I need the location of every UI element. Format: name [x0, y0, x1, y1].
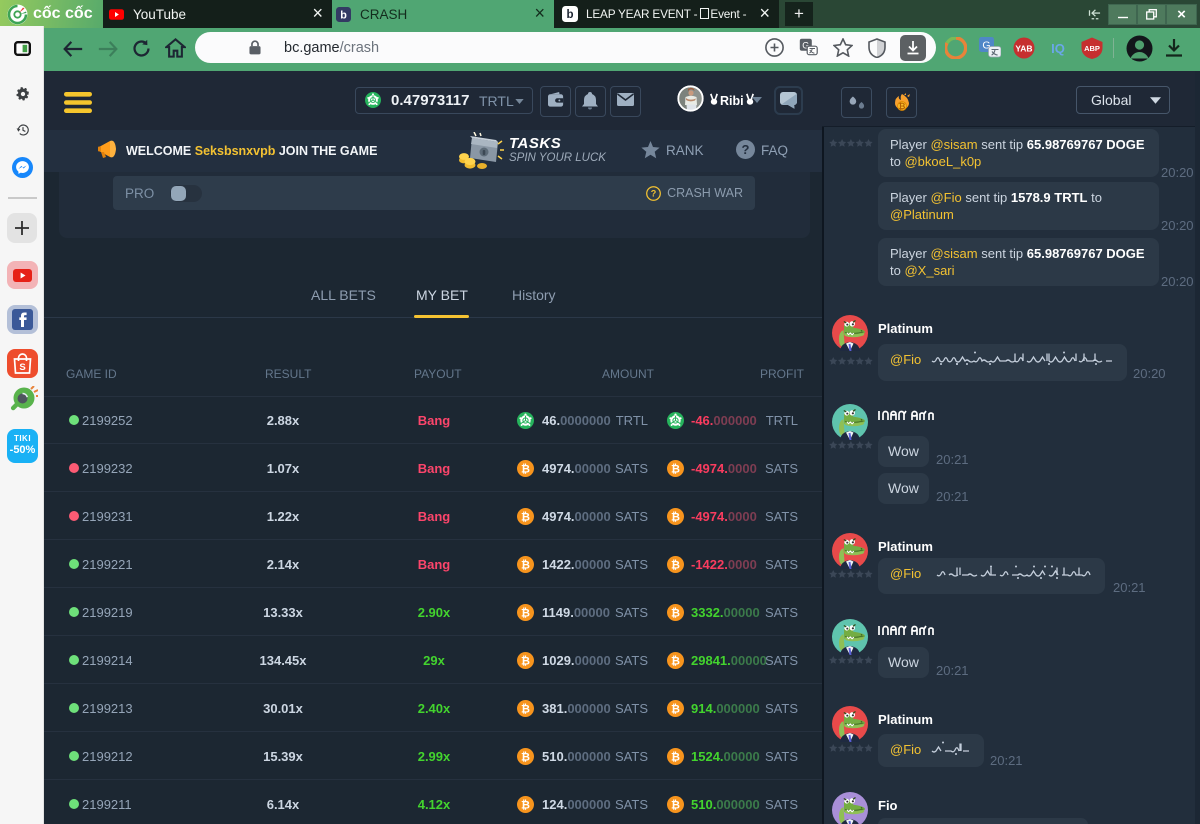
svg-text:IQ: IQ	[1051, 41, 1065, 56]
svg-text:?: ?	[651, 188, 657, 198]
svg-text:₿: ₿	[671, 656, 680, 668]
svg-text:₿: ₿	[671, 464, 680, 476]
svg-text:?: ?	[742, 142, 750, 157]
svg-text:₿: ₿	[521, 656, 530, 668]
svg-text:YAB: YAB	[1015, 44, 1032, 54]
svg-text:₿: ₿	[521, 608, 530, 620]
svg-text:b: b	[566, 9, 573, 21]
svg-text:₿: ₿	[898, 101, 905, 111]
svg-text:ABP: ABP	[1084, 44, 1100, 53]
svg-text:₿: ₿	[671, 800, 680, 812]
svg-text:₿: ₿	[521, 512, 530, 524]
svg-text:S: S	[19, 362, 25, 373]
svg-text:₿: ₿	[671, 608, 680, 620]
svg-text:₿: ₿	[671, 512, 680, 524]
svg-text:₿: ₿	[671, 752, 680, 764]
svg-text:₿: ₿	[521, 464, 530, 476]
svg-text:₿: ₿	[671, 704, 680, 716]
svg-text:b: b	[340, 9, 347, 21]
svg-text:₿: ₿	[521, 752, 530, 764]
svg-text:₿: ₿	[521, 560, 530, 572]
svg-text:₿: ₿	[671, 560, 680, 572]
svg-text:₿: ₿	[521, 704, 530, 716]
svg-text:₿: ₿	[521, 800, 530, 812]
